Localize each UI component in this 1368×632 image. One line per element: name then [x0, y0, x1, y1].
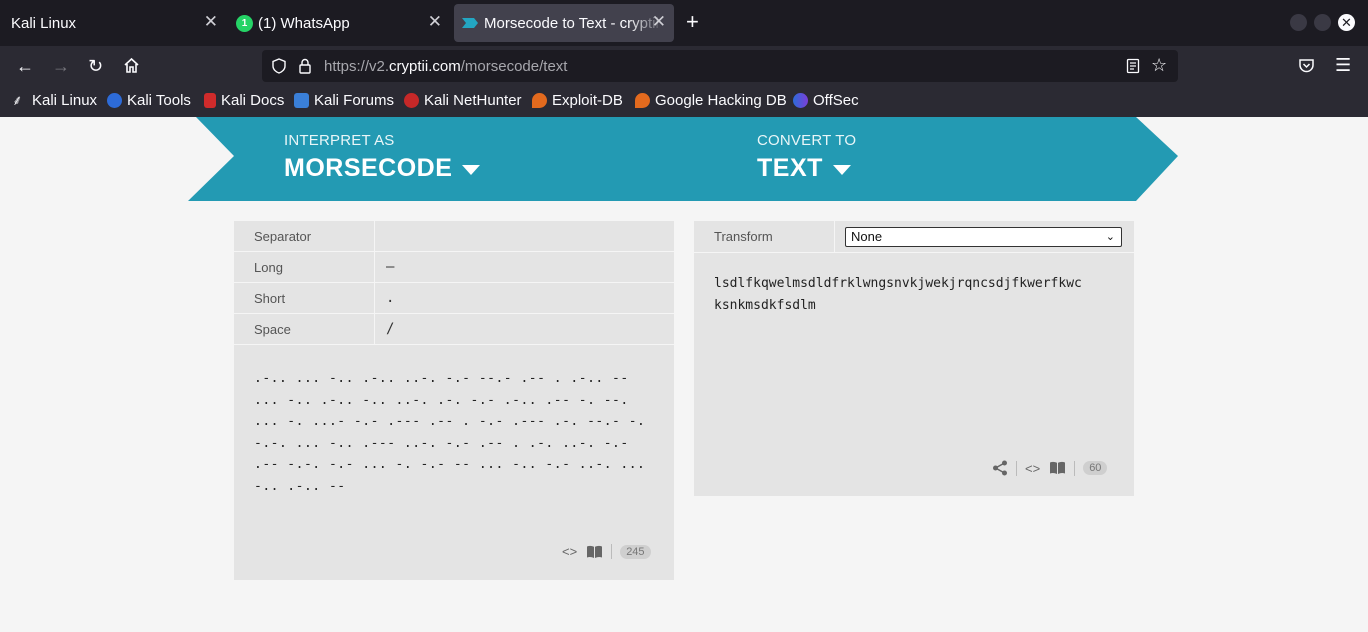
tab-title: Kali Linux — [11, 14, 77, 32]
bookmark-exploit-db[interactable]: Exploit-DB — [532, 92, 623, 109]
kali-dragon-icon: ⸙ — [12, 92, 23, 108]
setting-label: Short — [254, 291, 286, 306]
offsec-icon — [793, 93, 808, 108]
kali-forums-icon — [294, 93, 309, 108]
page-content: INTERPRET AS MORSECODE CONVERT TO TEXT S… — [0, 117, 1368, 632]
setting-value[interactable]: – — [386, 259, 394, 275]
tab-title: (1) WhatsApp — [258, 14, 350, 32]
code-icon[interactable]: <> — [1025, 461, 1040, 476]
share-icon[interactable] — [992, 460, 1008, 476]
lock-icon[interactable] — [298, 58, 312, 74]
menu-icon[interactable]: ☰ — [1335, 55, 1351, 75]
window-close-button[interactable]: ✕ — [1338, 14, 1355, 31]
chevron-down-icon: ⌄ — [1105, 231, 1115, 243]
back-icon[interactable]: ← — [16, 56, 34, 76]
ghdb-icon — [635, 93, 650, 108]
maximize-button[interactable] — [1314, 14, 1331, 31]
tab-whatsapp[interactable]: 1 (1) WhatsApp ✕ — [226, 4, 450, 42]
cryptii-icon — [462, 18, 478, 28]
whatsapp-icon: 1 — [236, 14, 253, 32]
home-icon[interactable] — [123, 57, 140, 74]
panel-footer: <> 245 — [562, 544, 651, 559]
bookmark-offsec[interactable]: OffSec — [793, 92, 859, 109]
setting-long[interactable]: Long – — [234, 252, 674, 283]
interpret-dropdown[interactable]: MORSECODE — [284, 154, 481, 183]
reader-view-icon[interactable] — [1126, 58, 1140, 74]
bookmark-kali-docs[interactable]: Kali Docs — [204, 92, 284, 109]
setting-value[interactable]: / — [386, 321, 394, 337]
transform-select[interactable]: None ⌄ — [845, 227, 1122, 247]
new-tab-button[interactable]: + — [686, 10, 699, 34]
bookmark-google-hacking-db[interactable]: Google Hacking DB — [635, 92, 787, 109]
book-icon[interactable] — [1049, 461, 1066, 475]
bookmark-star-icon[interactable]: ☆ — [1151, 55, 1167, 76]
bookmark-kali-tools[interactable]: Kali Tools — [107, 92, 191, 109]
morse-input-textarea[interactable]: .-.. ... -.. .-.. ..-. -.- --.- .-- . .-… — [254, 368, 654, 498]
minimize-button[interactable] — [1290, 14, 1307, 31]
close-icon[interactable]: ✕ — [428, 13, 442, 31]
transform-label: Transform — [714, 229, 773, 244]
bookmark-kali-linux[interactable]: ⸙ Kali Linux — [12, 92, 97, 109]
text-panel: Transform None ⌄ lsdlfkqwelmsdldfrklwngs… — [694, 221, 1134, 496]
caret-down-icon — [832, 164, 851, 175]
reload-icon[interactable]: ↻ — [88, 56, 103, 76]
setting-separator[interactable]: Separator — [234, 221, 674, 252]
setting-label: Separator — [254, 229, 312, 244]
setting-value[interactable]: . — [386, 290, 394, 306]
kali-docs-icon — [204, 93, 216, 108]
setting-space[interactable]: Space / — [234, 314, 674, 345]
pipeline-banner: INTERPRET AS MORSECODE CONVERT TO TEXT — [188, 117, 1180, 201]
kali-tools-icon — [107, 93, 122, 108]
code-icon[interactable]: <> — [562, 544, 577, 559]
book-icon[interactable] — [586, 545, 603, 559]
setting-short[interactable]: Short . — [234, 283, 674, 314]
url-text[interactable]: https://v2.cryptii.com/morsecode/text — [324, 58, 567, 75]
panel-footer: <> 60 — [992, 460, 1108, 476]
bookmark-kali-nethunter[interactable]: Kali NetHunter — [404, 92, 522, 109]
nethunter-icon — [404, 93, 419, 108]
setting-label: Space — [254, 322, 291, 337]
tab-cryptii[interactable]: Morsecode to Text - cryptii ✕ — [454, 4, 674, 42]
shield-icon[interactable] — [271, 58, 287, 74]
convert-dropdown[interactable]: TEXT — [757, 154, 851, 183]
setting-transform: Transform None ⌄ — [694, 221, 1134, 252]
caret-down-icon — [462, 164, 481, 175]
tab-kali-linux[interactable]: Kali Linux ✕ — [0, 4, 226, 42]
navigation-bar: ← → ↻ https://v2.cryptii.com/morsecode/t… — [0, 46, 1368, 86]
tab-bar: Kali Linux ✕ 1 (1) WhatsApp ✕ Morsecode … — [0, 0, 1368, 46]
text-output-textarea[interactable]: lsdlfkqwelmsdldfrklwngsnvkjwekjrqncsdjfk… — [714, 273, 1114, 317]
morsecode-panel: Separator Long – Short . Space / .-.. ..… — [234, 221, 674, 580]
convert-label: CONVERT TO — [757, 132, 857, 149]
interpret-label: INTERPRET AS — [284, 132, 395, 149]
close-icon[interactable]: ✕ — [652, 13, 666, 31]
pocket-icon[interactable] — [1298, 58, 1315, 74]
close-icon[interactable]: ✕ — [204, 13, 218, 31]
bookmarks-bar: ⸙ Kali Linux Kali Tools Kali Docs Kali Fo… — [0, 86, 1368, 117]
setting-label: Long — [254, 260, 283, 275]
char-count-badge: 245 — [620, 544, 651, 559]
char-count-badge: 60 — [1083, 461, 1108, 475]
exploit-db-icon — [532, 93, 547, 108]
url-bar[interactable]: https://v2.cryptii.com/morsecode/text ☆ — [262, 50, 1178, 82]
forward-icon[interactable]: → — [52, 56, 70, 76]
tab-title: Morsecode to Text - cryptii — [484, 14, 659, 32]
bookmark-kali-forums[interactable]: Kali Forums — [294, 92, 394, 109]
